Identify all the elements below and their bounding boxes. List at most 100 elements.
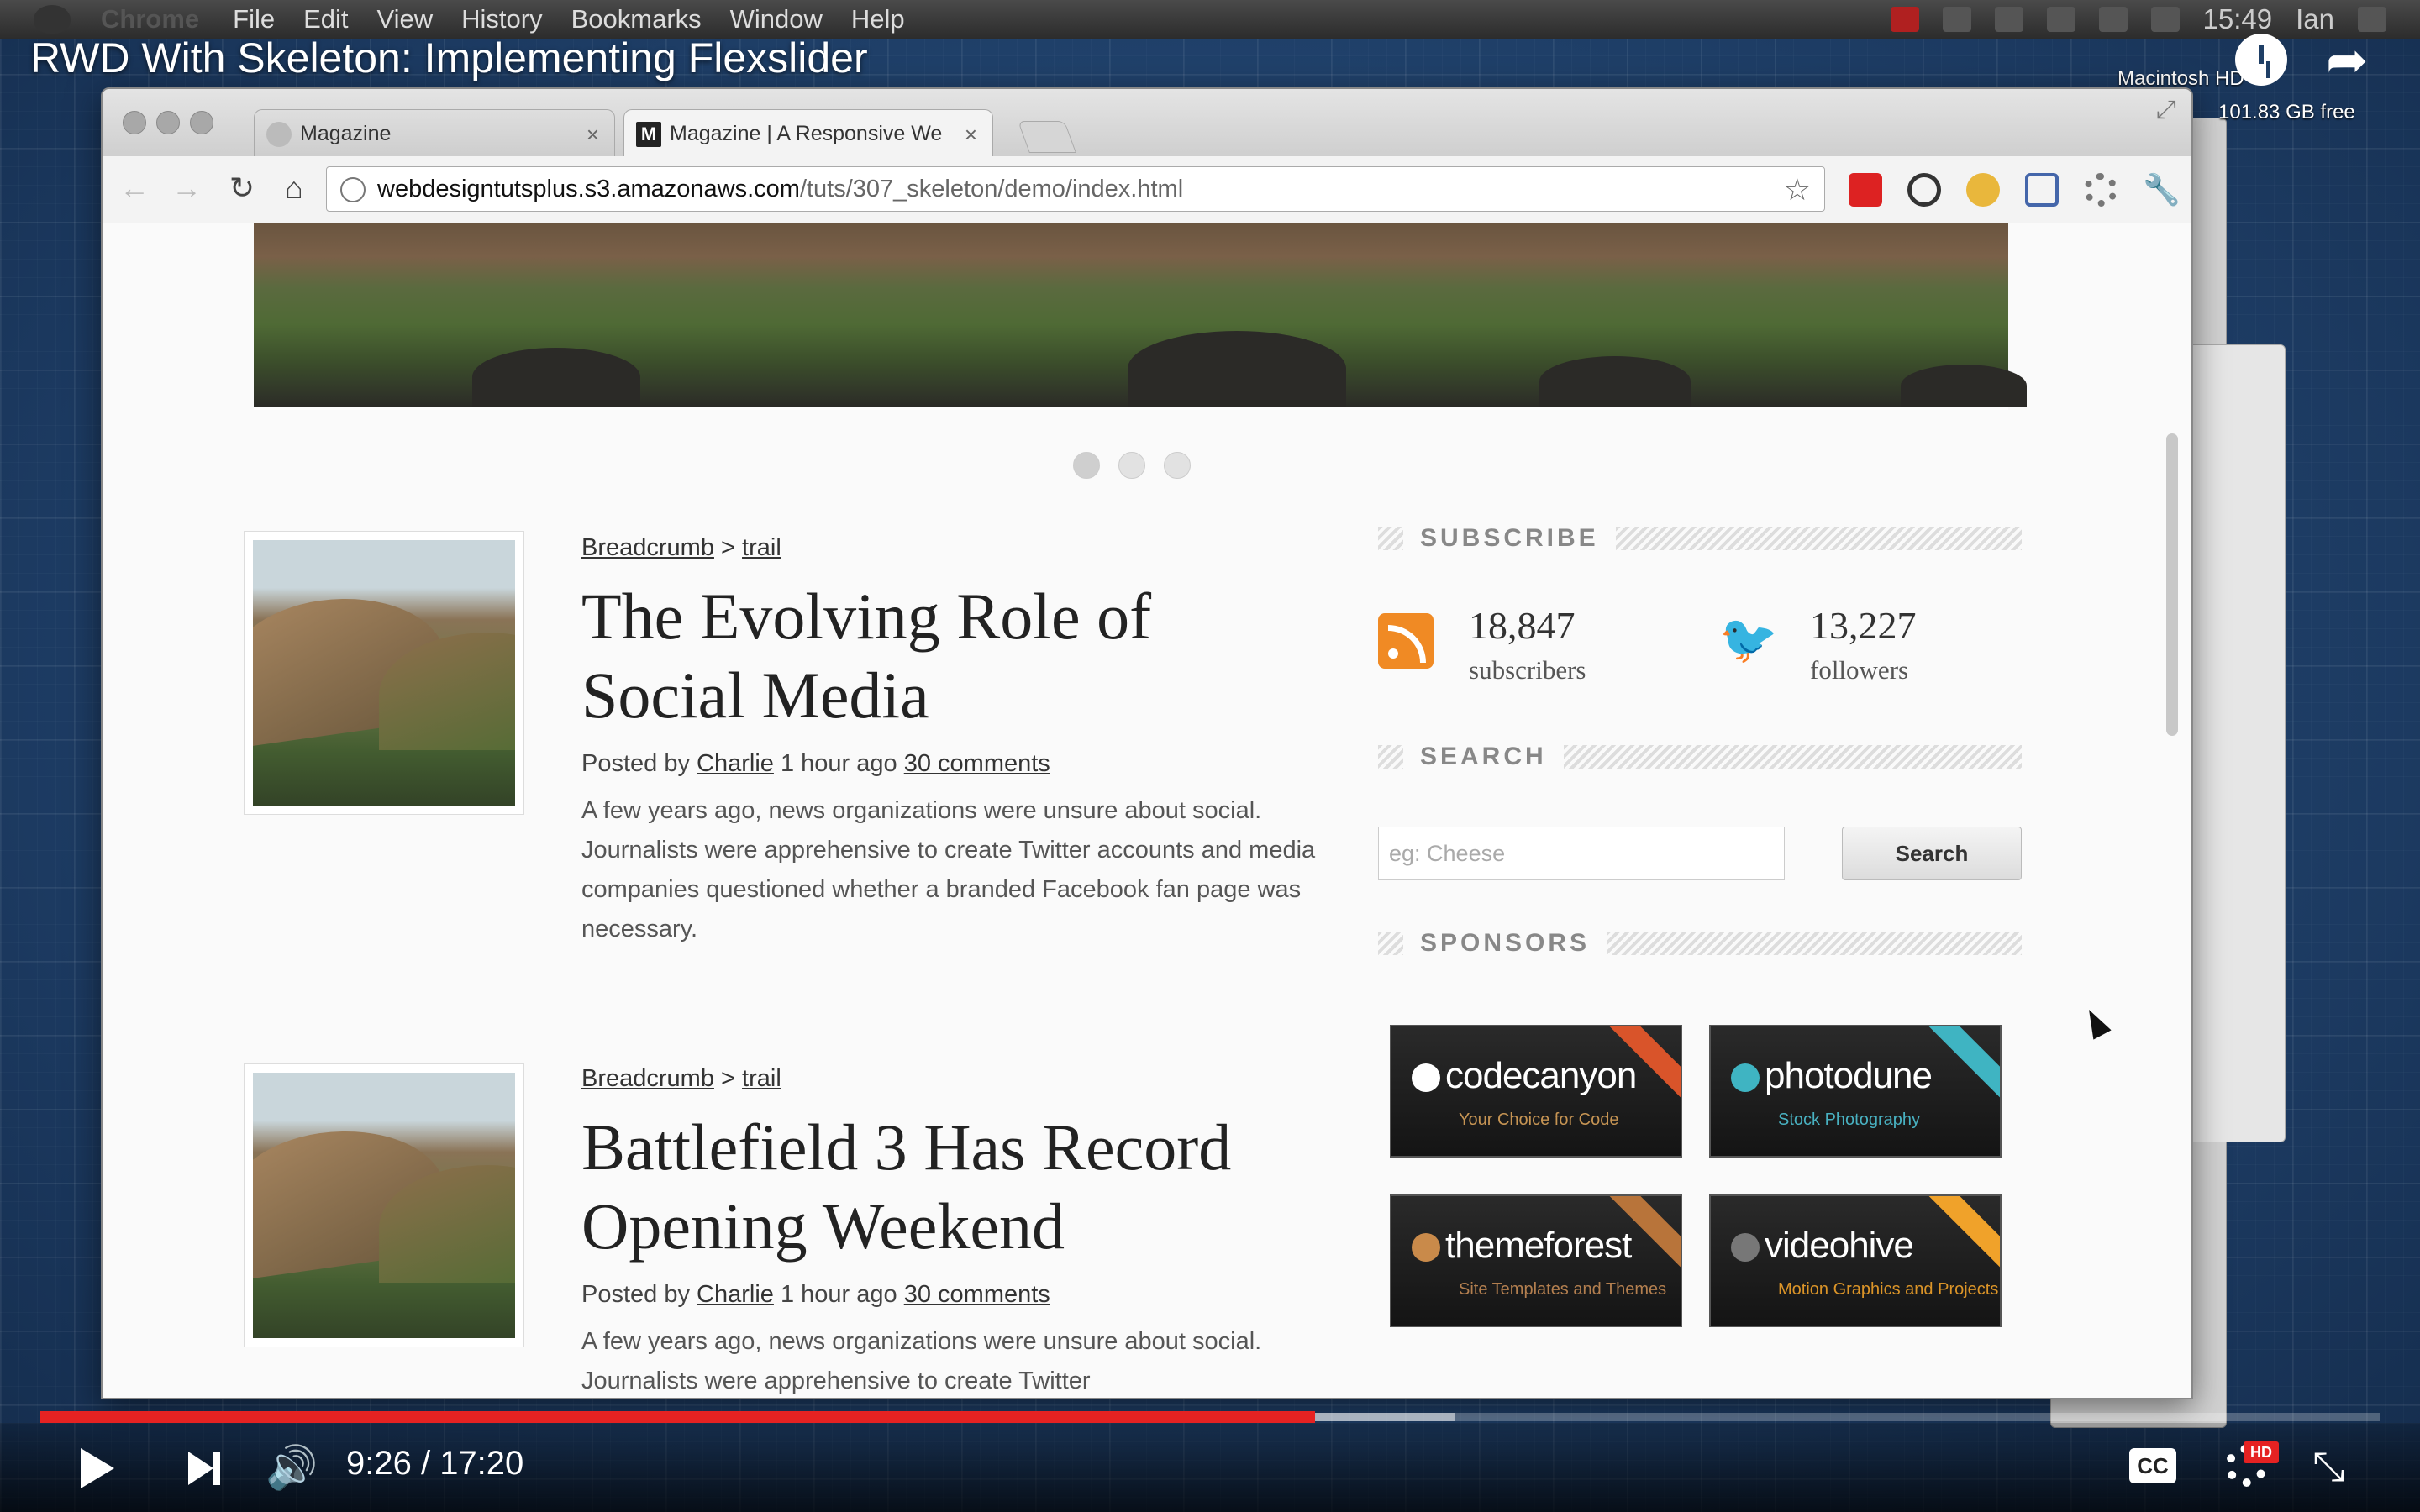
author-link[interactable]: Charlie bbox=[697, 1281, 774, 1308]
search-button[interactable]: Search bbox=[1842, 827, 2022, 880]
menu-clock[interactable]: 15:49 bbox=[2203, 3, 2273, 35]
menu-bookmarks[interactable]: Bookmarks bbox=[571, 4, 702, 34]
sponsor-photodune[interactable]: photodune Stock Photography bbox=[1709, 1025, 2002, 1158]
menu-help[interactable]: Help bbox=[851, 4, 905, 34]
menu-history[interactable]: History bbox=[461, 4, 542, 34]
progress-bar-played[interactable] bbox=[40, 1411, 1315, 1423]
breadcrumb-link[interactable]: trail bbox=[742, 1065, 781, 1092]
comments-link[interactable]: 30 comments bbox=[904, 1281, 1050, 1308]
heading-hatch bbox=[1378, 745, 1403, 769]
menu-view[interactable]: View bbox=[377, 4, 434, 34]
subscribers-count: 18,847 bbox=[1469, 604, 1576, 647]
tab-magazine[interactable]: Magazine × bbox=[254, 109, 615, 158]
post-thumbnail[interactable] bbox=[244, 1063, 524, 1347]
menu-window[interactable]: Window bbox=[730, 4, 823, 34]
extension-sync-icon[interactable] bbox=[1907, 173, 1941, 207]
extension-gear-icon[interactable] bbox=[2084, 173, 2118, 207]
back-icon[interactable]: ← bbox=[118, 171, 151, 205]
bookmark-star-icon[interactable]: ☆ bbox=[1784, 172, 1811, 207]
subscribers-label: subscribers bbox=[1469, 655, 1586, 685]
play-icon[interactable] bbox=[81, 1448, 114, 1488]
breadcrumb-link[interactable]: Breadcrumb bbox=[581, 1065, 714, 1092]
close-tab-icon[interactable]: × bbox=[587, 122, 599, 148]
menu-bar-status: 15:49 Ian bbox=[1890, 0, 2386, 39]
tab-label: Magazine bbox=[300, 122, 392, 145]
menu-user[interactable]: Ian bbox=[2296, 3, 2334, 35]
page-scrollbar[interactable] bbox=[2166, 433, 2178, 736]
sponsors-heading-label: SPONSORS bbox=[1420, 929, 1591, 957]
apple-icon[interactable] bbox=[34, 5, 71, 34]
share-icon[interactable]: ➦ bbox=[2326, 35, 2385, 86]
flexslider-hero-image[interactable] bbox=[254, 223, 2027, 410]
subscribe-heading-label: SUBSCRIBE bbox=[1420, 524, 1599, 552]
sync-icon[interactable] bbox=[1994, 7, 2023, 32]
tab-magazine-responsive[interactable]: M Magazine | A Responsive We × bbox=[623, 109, 993, 158]
battery-icon[interactable] bbox=[2098, 7, 2128, 32]
rss-icon[interactable] bbox=[1378, 613, 1434, 669]
wrench-icon[interactable]: 🔧 bbox=[2143, 173, 2181, 207]
comments-link[interactable]: 30 comments bbox=[904, 750, 1050, 777]
post-title[interactable]: Battlefield 3 Has Record Opening Weekend bbox=[581, 1108, 1321, 1266]
breadcrumb-separator: > bbox=[721, 534, 735, 561]
breadcrumb-separator: > bbox=[721, 1065, 735, 1092]
sponsor-videohive[interactable]: videohive Motion Graphics and Projects bbox=[1709, 1194, 2002, 1327]
slider-dot-3[interactable] bbox=[1164, 452, 1191, 479]
watch-later-icon[interactable] bbox=[2235, 34, 2287, 86]
post-title[interactable]: The Evolving Role of Social Media bbox=[581, 577, 1321, 735]
twitter-bird-icon[interactable]: 🐦 bbox=[1719, 616, 1778, 663]
extension-face-icon[interactable] bbox=[1966, 173, 2000, 207]
mountain-image bbox=[253, 540, 515, 806]
tab-label: Magazine | A Responsive We bbox=[670, 122, 943, 145]
sponsor-name: themeforest bbox=[1445, 1225, 1632, 1266]
next-video-icon[interactable] bbox=[188, 1452, 220, 1485]
time-machine-icon[interactable] bbox=[1942, 7, 1971, 32]
post-thumbnail[interactable] bbox=[244, 531, 524, 815]
close-window-button[interactable] bbox=[123, 111, 146, 134]
spotlight-icon[interactable] bbox=[2358, 7, 2386, 32]
browser-window: Magazine × M Magazine | A Responsive We … bbox=[101, 87, 2193, 1399]
slider-dot-1[interactable] bbox=[1073, 452, 1100, 479]
breadcrumb-link[interactable]: trail bbox=[742, 534, 781, 561]
breadcrumb: Breadcrumb > trail bbox=[581, 534, 1321, 562]
extension-capture-icon[interactable] bbox=[2025, 173, 2059, 207]
fullscreen-icon[interactable]: ⤢ bbox=[2156, 96, 2176, 124]
author-link[interactable]: Charlie bbox=[697, 750, 774, 777]
tab-favicon-icon bbox=[266, 121, 292, 147]
minimize-window-button[interactable] bbox=[156, 111, 180, 134]
search-input[interactable]: eg: Cheese bbox=[1378, 827, 1785, 880]
extension-red-icon[interactable] bbox=[1849, 173, 1882, 207]
sponsor-tagline: Site Templates and Themes bbox=[1459, 1280, 1667, 1299]
display-icon[interactable] bbox=[2150, 7, 2180, 32]
sponsor-themeforest[interactable]: themeforest Site Templates and Themes bbox=[1390, 1194, 1682, 1327]
new-tab-button[interactable] bbox=[1018, 121, 1076, 153]
subscribe-heading: SUBSCRIBE bbox=[1378, 524, 2022, 553]
heading-hatch bbox=[1378, 527, 1403, 550]
exit-fullscreen-icon[interactable]: ⤡ bbox=[2312, 1446, 2354, 1488]
slider-dot-2[interactable] bbox=[1118, 452, 1145, 479]
followers-count: 13,227 bbox=[1810, 604, 1917, 647]
globe-icon bbox=[340, 177, 366, 202]
captions-button[interactable]: CC bbox=[2129, 1448, 2176, 1483]
reload-icon[interactable]: ↻ bbox=[225, 171, 259, 205]
menu-app-name[interactable]: Chrome bbox=[101, 4, 199, 34]
photodune-logo-icon bbox=[1731, 1063, 1760, 1093]
address-bar[interactable]: webdesigntutsplus.s3.amazonaws.com/tuts/… bbox=[326, 166, 1825, 212]
recording-icon[interactable] bbox=[1890, 7, 1919, 32]
sponsor-codecanyon[interactable]: codecanyon Your Choice for Code bbox=[1390, 1025, 1682, 1158]
menu-file[interactable]: File bbox=[233, 4, 275, 34]
post-excerpt: A few years ago, news organizations were… bbox=[581, 797, 1316, 942]
sponsor-ribbon bbox=[1923, 1026, 2000, 1100]
menu-edit[interactable]: Edit bbox=[303, 4, 348, 34]
slider-pagination bbox=[1073, 452, 1191, 479]
close-tab-icon[interactable]: × bbox=[965, 122, 977, 148]
sponsor-name: videohive bbox=[1765, 1225, 1914, 1266]
video-title[interactable]: RWD With Skeleton: Implementing Flexslid… bbox=[30, 34, 868, 82]
url-path: /tuts/307_skeleton/demo/index.html bbox=[799, 175, 1184, 202]
hd-badge: HD bbox=[2244, 1441, 2279, 1463]
forward-icon[interactable]: → bbox=[170, 171, 203, 205]
zoom-window-button[interactable] bbox=[190, 111, 213, 134]
volume-icon[interactable]: 🔊 bbox=[266, 1446, 318, 1488]
home-icon[interactable]: ⌂ bbox=[277, 171, 311, 205]
breadcrumb-link[interactable]: Breadcrumb bbox=[581, 534, 714, 561]
wifi-icon[interactable] bbox=[2046, 7, 2075, 32]
